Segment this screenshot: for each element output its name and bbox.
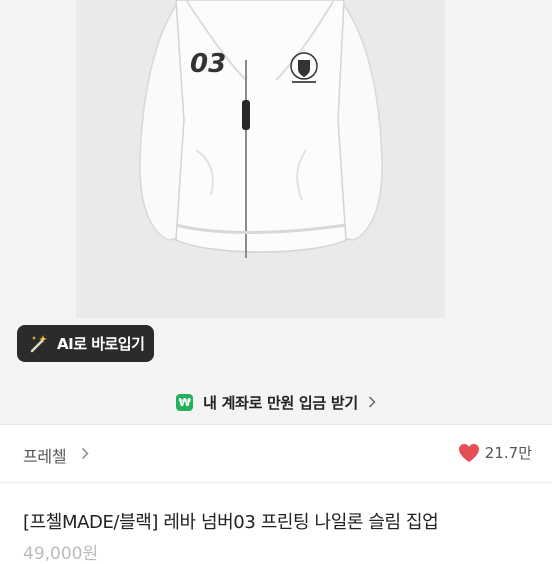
seller-row: 프레첼 21.7만: [0, 425, 552, 482]
ai-try-on-label: AI로 바로입기: [57, 335, 145, 353]
heart-icon: [458, 443, 479, 462]
like-button[interactable]: 21.7만: [458, 442, 532, 463]
like-count: 21.7만: [484, 444, 532, 462]
jacket-illustration: 03: [139, 0, 383, 258]
product-image[interactable]: 03: [76, 0, 445, 318]
account-deposit-banner[interactable]: ₩ 내 계좌로 만원 입금 받기: [0, 380, 552, 424]
jacket-number-print: 03: [190, 49, 226, 79]
section-divider: [0, 482, 552, 483]
product-title: [프첼MADE/블랙] 레바 넘버03 프린팅 나일론 슬림 집업: [23, 512, 439, 533]
seller-name[interactable]: 프레첼: [23, 443, 67, 467]
chevron-right-icon[interactable]: [81, 447, 89, 460]
account-deposit-text: 내 계좌로 만원 입금 받기: [203, 393, 358, 412]
magic-wand-icon: [30, 334, 47, 352]
won-icon: ₩: [176, 393, 194, 411]
ai-try-on-button[interactable]: AI로 바로입기: [17, 325, 154, 362]
chevron-right-icon: [368, 396, 376, 408]
